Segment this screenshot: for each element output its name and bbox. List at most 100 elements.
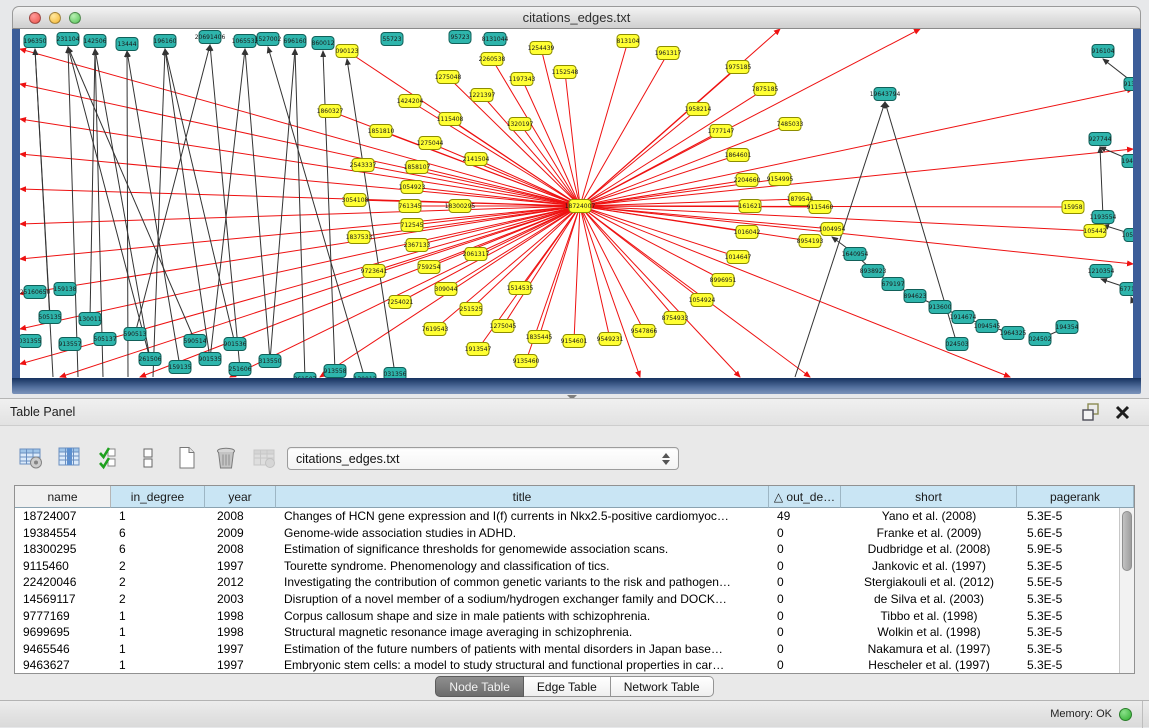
column-header-year[interactable]: year [205, 486, 276, 508]
graph-node[interactable]: 9723641 [361, 265, 388, 278]
red-edge[interactable] [476, 159, 580, 206]
graph-node[interactable]: 1193554 [1090, 211, 1117, 224]
black-edge[interactable] [95, 49, 103, 377]
graph-node[interactable]: 901535 [199, 353, 222, 366]
cell-in_degree[interactable]: 1 [111, 624, 205, 641]
graph-node[interactable]: 130011 [79, 313, 102, 326]
graph-node[interactable]: 1054923 [399, 181, 426, 194]
tab-edge-table[interactable]: Edge Table [524, 676, 611, 697]
graph-node[interactable]: 313550 [259, 355, 282, 368]
cell-title[interactable]: Structural magnetic resonance image aver… [276, 624, 769, 641]
graph-node[interactable]: 20691406 [195, 31, 226, 44]
red-edge[interactable] [580, 206, 644, 331]
cell-year[interactable]: 2008 [205, 541, 276, 558]
graph-node[interactable]: 505135 [39, 311, 62, 324]
graph-node[interactable]: 590514 [184, 335, 207, 348]
close-panel-icon[interactable] [1111, 401, 1133, 423]
cell-in_degree[interactable]: 2 [111, 574, 205, 591]
graph-node[interactable]: 8938923 [860, 265, 887, 278]
black-edge[interactable] [323, 51, 335, 371]
graph-node[interactable]: 231104 [57, 33, 80, 46]
graph-node[interactable]: 15958 [1062, 201, 1084, 214]
table-row[interactable]: 1456911722003Disruption of a novel membe… [15, 591, 1119, 608]
cell-out_degree[interactable]: 0 [769, 558, 841, 575]
cell-pagerank[interactable]: 5.3E-5 [1017, 558, 1119, 575]
cell-pagerank[interactable]: 5.9E-5 [1017, 541, 1119, 558]
cell-out_degree[interactable]: 0 [769, 641, 841, 658]
graph-node[interactable]: 031355 [20, 335, 42, 348]
cell-title[interactable]: Estimation of the future numbers of pati… [276, 641, 769, 658]
cell-name[interactable]: 9777169 [15, 608, 111, 625]
graph-node[interactable]: 024503 [946, 338, 969, 351]
cell-year[interactable]: 1997 [205, 558, 276, 575]
cell-pagerank[interactable]: 5.3E-5 [1017, 657, 1119, 673]
cell-year[interactable]: 2008 [205, 508, 276, 525]
graph-node[interactable]: 25160650 [20, 286, 50, 299]
graph-node[interactable]: 1835445 [526, 331, 553, 344]
graph-node[interactable]: 927744 [1089, 133, 1112, 146]
graph-node[interactable]: 8131044 [482, 33, 509, 46]
graph-node[interactable]: 2204660 [734, 174, 761, 187]
graph-node[interactable]: 196160 [154, 35, 177, 48]
graph-node[interactable]: 1640954 [842, 248, 869, 261]
red-edge[interactable] [580, 206, 810, 377]
graph-node[interactable]: 95723 [449, 31, 471, 44]
black-edge[interactable] [268, 47, 365, 378]
red-edge[interactable] [565, 72, 580, 206]
cell-short[interactable]: Nakamura et al. (1997) [841, 641, 1017, 658]
graph-node[interactable]: 9547866 [631, 325, 658, 338]
cell-title[interactable]: Investigating the contribution of common… [276, 574, 769, 591]
cell-short[interactable]: Jankovic et al. (1997) [841, 558, 1017, 575]
cell-name[interactable]: 22420046 [15, 574, 111, 591]
close-window-button[interactable] [29, 12, 41, 24]
cell-year[interactable]: 2009 [205, 525, 276, 542]
black-edge[interactable] [1131, 297, 1133, 334]
graph-node[interactable]: 1004954 [819, 223, 846, 236]
cell-out_degree[interactable]: 0 [769, 541, 841, 558]
graph-node[interactable]: 913557 [59, 338, 82, 351]
cell-in_degree[interactable]: 1 [111, 641, 205, 658]
graph-node[interactable]: 1958214 [685, 103, 712, 116]
graph-node[interactable]: 18724007 [565, 200, 596, 213]
graph-node[interactable]: 1054954 [1122, 229, 1133, 242]
graph-node[interactable]: 1837533 [346, 231, 373, 244]
table-row[interactable]: 2242004622012Investigating the contribut… [15, 574, 1119, 591]
black-edge[interactable] [295, 49, 305, 378]
network-canvas[interactable]: 1872400711525481197343122139711154081275… [12, 29, 1141, 378]
graph-node[interactable]: 894623 [904, 290, 927, 303]
graph-node[interactable]: 105442 [1084, 225, 1107, 238]
delete-column-icon[interactable] [211, 443, 241, 473]
graph-node[interactable]: 1914674 [950, 311, 977, 324]
show-columns-icon[interactable] [55, 443, 85, 473]
graph-node[interactable]: 251606 [229, 363, 252, 376]
table-row[interactable]: 977716911998Corpus callosum shape and si… [15, 608, 1119, 625]
red-edge[interactable] [580, 206, 1010, 377]
graph-node[interactable]: 1275048 [435, 71, 462, 84]
graph-node[interactable]: 159138 [54, 283, 77, 296]
column-header-short[interactable]: short [841, 486, 1017, 508]
cell-in_degree[interactable]: 2 [111, 558, 205, 575]
graph-node[interactable]: 1016042 [734, 226, 761, 239]
cell-name[interactable]: 9463627 [15, 657, 111, 673]
zoom-window-button[interactable] [69, 12, 81, 24]
graph-node[interactable]: 1864601 [725, 149, 752, 162]
graph-node[interactable]: 1860327 [317, 105, 344, 118]
graph-node[interactable]: 1964325 [1000, 327, 1027, 340]
graph-node[interactable]: 194353 [1122, 155, 1133, 168]
cell-short[interactable]: Yano et al. (2008) [841, 508, 1017, 525]
cell-out_degree[interactable]: 0 [769, 624, 841, 641]
cell-in_degree[interactable]: 1 [111, 608, 205, 625]
table-vertical-scrollbar[interactable] [1119, 508, 1134, 673]
cell-title[interactable]: Genome-wide association studies in ADHD. [276, 525, 769, 542]
cell-pagerank[interactable]: 5.3E-5 [1017, 608, 1119, 625]
cell-pagerank[interactable]: 5.5E-5 [1017, 574, 1119, 591]
cell-in_degree[interactable]: 1 [111, 657, 205, 673]
graph-node[interactable]: 2260538 [479, 53, 506, 66]
cell-year[interactable]: 1997 [205, 641, 276, 658]
cell-pagerank[interactable]: 5.3E-5 [1017, 591, 1119, 608]
cell-name[interactable]: 19384554 [15, 525, 111, 542]
cell-short[interactable]: de Silva et al. (2003) [841, 591, 1017, 608]
red-edge[interactable] [580, 41, 628, 206]
cell-name[interactable]: 18724007 [15, 508, 111, 525]
scrollbar-thumb[interactable] [1122, 511, 1132, 571]
